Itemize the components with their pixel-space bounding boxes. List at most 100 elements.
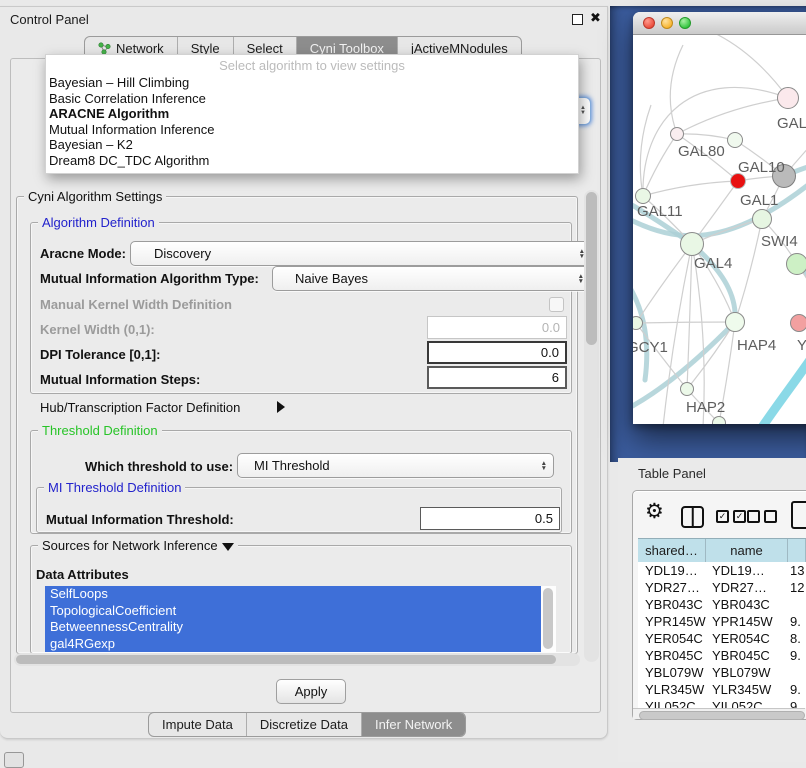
settings-horizontal-scrollbar-thumb[interactable] bbox=[16, 655, 556, 664]
dropdown-item-aracne[interactable]: ARACNE Algorithm bbox=[46, 106, 578, 122]
kernel-width-field[interactable]: 0.0 bbox=[427, 316, 567, 339]
node-hap4[interactable] bbox=[725, 312, 745, 332]
table-row[interactable]: YDR27…YDR27…12 bbox=[638, 579, 806, 596]
node-label-hap2: HAP2 bbox=[686, 399, 725, 416]
table-rows: YDL19…YDL19…13 YDR27…YDR27…12 YBR043CYBR… bbox=[638, 562, 806, 708]
zoom-traffic-light-icon[interactable] bbox=[679, 17, 691, 29]
column-header-cut[interactable] bbox=[788, 539, 806, 562]
threshold-definition-legend: Threshold Definition bbox=[38, 423, 162, 438]
table-row[interactable]: YBL079WYBL079W bbox=[638, 664, 806, 681]
settings-horizontal-scrollbar bbox=[14, 653, 580, 666]
table-row[interactable]: YER054CYER054C8. bbox=[638, 630, 806, 647]
node-gal11[interactable] bbox=[635, 188, 651, 204]
list-item-gal4rgexp[interactable]: gal4RGexp bbox=[45, 636, 541, 653]
mi-steps-field[interactable]: 6 bbox=[427, 366, 567, 389]
which-threshold-combo[interactable]: MI Threshold ▲▼ bbox=[237, 453, 554, 478]
apply-button[interactable]: Apply bbox=[276, 679, 346, 704]
settings-vertical-scrollbar-thumb[interactable] bbox=[586, 192, 597, 345]
minimize-traffic-light-icon[interactable] bbox=[661, 17, 673, 29]
node-salmon[interactable] bbox=[790, 314, 806, 332]
node-label-gal4: GAL4 bbox=[694, 255, 732, 272]
table-horizontal-scrollbar-thumb[interactable] bbox=[639, 711, 805, 720]
expand-arrow-icon[interactable] bbox=[277, 401, 285, 413]
mi-steps-label: Mutual Information Steps: bbox=[40, 372, 200, 387]
dropdown-placeholder: Select algorithm to view settings bbox=[46, 57, 578, 75]
mi-threshold-definition-legend: MI Threshold Definition bbox=[44, 480, 185, 495]
network-window: GAL80 GAL GAL10 GAL1 GAL11 SWI4 GAL4 GCY… bbox=[633, 12, 806, 424]
close-icon[interactable]: ✖ bbox=[590, 10, 601, 26]
table-row[interactable]: YBR043CYBR043C bbox=[638, 596, 806, 613]
list-item-topologicalcoefficient[interactable]: TopologicalCoefficient bbox=[45, 603, 541, 620]
algorithm-dropdown-popup: Select algorithm to view settings Bayesi… bbox=[45, 54, 579, 174]
node-gal80[interactable] bbox=[670, 127, 684, 141]
column-header-shared[interactable]: shared… bbox=[638, 539, 706, 562]
node-bottom-cut[interactable] bbox=[712, 416, 726, 424]
node-swi4[interactable] bbox=[752, 209, 772, 229]
select-all-checkboxes-icon[interactable]: ✓✓ bbox=[716, 510, 746, 523]
dropdown-item-basic-correlation[interactable]: Basic Correlation Inference bbox=[46, 91, 578, 107]
table-header: shared… name bbox=[638, 538, 806, 563]
kernel-width-label: Kernel Width (0,1): bbox=[40, 322, 155, 337]
table-row[interactable]: YDL19…YDL19…13 bbox=[638, 562, 806, 579]
dropdown-item-dream8[interactable]: Dream8 DC_TDC Algorithm bbox=[46, 153, 578, 169]
tab-infer-network[interactable]: Infer Network bbox=[362, 713, 465, 736]
column-header-name[interactable]: name bbox=[706, 539, 788, 562]
mi-threshold-field[interactable]: 0.5 bbox=[420, 507, 560, 530]
mi-threshold-label: Mutual Information Threshold: bbox=[46, 512, 234, 527]
float-window-icon[interactable] bbox=[572, 14, 583, 25]
dropdown-item-mutual-information[interactable]: Mutual Information Inference bbox=[46, 122, 578, 138]
dropdown-item-bayesian-hill-climbing[interactable]: Bayesian – Hill Climbing bbox=[46, 75, 578, 91]
node-label-gal80: GAL80 bbox=[678, 143, 725, 160]
settings-vertical-scrollbar bbox=[584, 190, 599, 662]
bottom-tab-bar: Impute Data Discretize Data Infer Networ… bbox=[148, 712, 466, 737]
data-attributes-label: Data Attributes bbox=[36, 567, 129, 582]
hub-transcription-factor-label[interactable]: Hub/Transcription Factor Definition bbox=[40, 400, 240, 415]
table-panel-title: Table Panel bbox=[638, 466, 706, 481]
new-table-icon[interactable] bbox=[791, 501, 806, 529]
deselect-all-checkboxes-icon[interactable] bbox=[747, 510, 777, 523]
mi-algorithm-type-combo[interactable]: Naive Bayes ▲▼ bbox=[272, 266, 591, 291]
manual-kernel-width-checkbox[interactable] bbox=[549, 297, 564, 312]
data-attributes-list: SelfLoops TopologicalCoefficient Between… bbox=[45, 586, 556, 652]
corner-mini-button[interactable] bbox=[4, 752, 24, 768]
sources-legend[interactable]: Sources for Network Inference bbox=[38, 538, 238, 553]
table-row[interactable]: YLR345WYLR345W9. bbox=[638, 681, 806, 698]
tab-discretize-data[interactable]: Discretize Data bbox=[247, 713, 362, 736]
tab-impute-data[interactable]: Impute Data bbox=[149, 713, 247, 736]
dpi-tolerance-field[interactable]: 0.0 bbox=[427, 341, 567, 364]
table-row[interactable]: YBR045CYBR045C9. bbox=[638, 647, 806, 664]
list-item-betweennesscentrality[interactable]: BetweennessCentrality bbox=[45, 619, 541, 636]
manual-kernel-width-label: Manual Kernel Width Definition bbox=[40, 297, 232, 312]
aracne-mode-label: Aracne Mode: bbox=[40, 246, 126, 261]
list-scrollbar bbox=[541, 586, 556, 652]
dropdown-item-bayesian-k2[interactable]: Bayesian – K2 bbox=[46, 137, 578, 153]
node-gal10[interactable] bbox=[727, 132, 743, 148]
algorithm-definition-legend: Algorithm Definition bbox=[38, 215, 159, 230]
network-window-titlebar[interactable] bbox=[633, 12, 806, 35]
table-row[interactable]: YPR145WYPR145W9. bbox=[638, 613, 806, 630]
network-canvas[interactable]: GAL80 GAL GAL10 GAL1 GAL11 SWI4 GAL4 GCY… bbox=[633, 35, 806, 424]
node-gal-top[interactable] bbox=[777, 87, 799, 109]
mi-algorithm-type-label: Mutual Information Algorithm Type: bbox=[40, 271, 259, 286]
node-gal4[interactable] bbox=[680, 232, 704, 256]
node-label-gal-top: GAL bbox=[777, 115, 806, 132]
list-item-selfloops[interactable]: SelfLoops bbox=[45, 586, 541, 603]
node-green-bottom-right[interactable] bbox=[786, 253, 806, 275]
table-horizontal-scrollbar bbox=[633, 708, 805, 719]
node-hap2[interactable] bbox=[680, 382, 694, 396]
combo-stepper-icon: ▲▼ bbox=[541, 461, 547, 471]
node-label-swi4: SWI4 bbox=[761, 233, 798, 250]
node-label-gal10: GAL10 bbox=[738, 159, 785, 176]
collapse-arrow-icon bbox=[222, 543, 234, 551]
node-label-salmon: Y bbox=[797, 337, 806, 354]
node-label-gal11: GAL11 bbox=[637, 203, 683, 220]
aracne-mode-combo[interactable]: Discovery ▲▼ bbox=[130, 241, 592, 266]
close-traffic-light-icon[interactable] bbox=[643, 17, 655, 29]
table-row[interactable]: YIL052CYIL052C9. bbox=[638, 698, 806, 708]
list-scrollbar-thumb[interactable] bbox=[543, 588, 553, 649]
dpi-tolerance-label: DPI Tolerance [0,1]: bbox=[40, 347, 160, 362]
gear-icon[interactable]: ⚙ bbox=[645, 501, 664, 523]
columns-icon[interactable] bbox=[681, 506, 704, 528]
cyni-algorithm-settings-legend: Cyni Algorithm Settings bbox=[24, 189, 166, 204]
control-panel-title: Control Panel bbox=[10, 12, 89, 27]
